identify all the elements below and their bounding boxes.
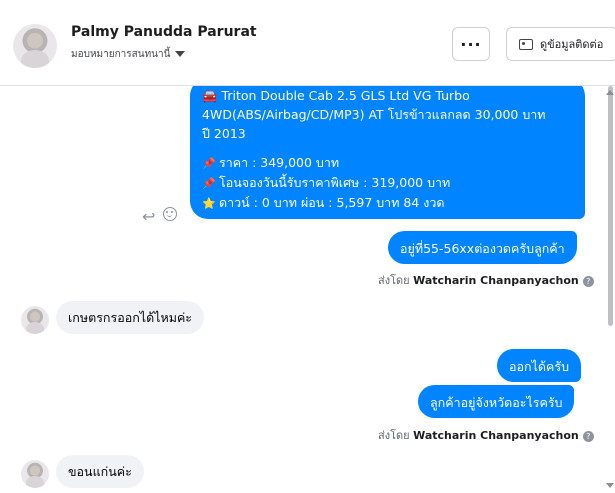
sent-by-agent: Watcharin Chanpanyachon: [413, 429, 579, 442]
view-contact-info-label: ดูข้อมูลติดต่อ: [540, 38, 604, 51]
sent-by-prefix: ส่งโดย: [378, 429, 410, 442]
contact-card-icon: [519, 38, 533, 50]
listing-spacer: [202, 143, 573, 153]
listing-down-payment: ดาวน์ : 0 บาท ผ่อน : 5,597 บาท 84 งวด: [219, 195, 445, 210]
contact-name[interactable]: Palmy Panudda Parurat: [71, 24, 257, 40]
more-options-button[interactable]: ···: [452, 27, 490, 61]
scroll-down-icon[interactable]: [606, 483, 614, 488]
listing-line-2: 4WD(ABS/Airbag/CD/MP3) AT โปรข้าวแลกลด 3…: [202, 107, 546, 122]
outgoing-message-listing[interactable]: 🚘 Triton Double Cab 2.5 GLS Ltd VG Turbo…: [190, 86, 585, 219]
listing-special-row: 📌 โอนจองวันนี้รับราคาพิเศษ : 319,000 บาท: [202, 173, 573, 193]
react-smiley-icon[interactable]: [163, 207, 177, 221]
scroll-up-icon[interactable]: [606, 90, 614, 95]
sent-by-agent: Watcharin Chanpanyachon: [413, 274, 579, 287]
listing-down-row: ⭐ ดาวน์ : 0 บาท ผ่อน : 5,597 บาท 84 งวด: [202, 193, 573, 213]
listing-price: ราคา : 349,000 บาท: [219, 155, 340, 170]
assign-label: มอบหมายการสนทนานี้: [71, 49, 171, 60]
contact-avatar-small[interactable]: [21, 460, 49, 488]
incoming-message-farmer[interactable]: เกษตรกรออกได้ไหมค่ะ: [56, 301, 205, 334]
contact-avatar-small[interactable]: [21, 306, 49, 334]
help-icon[interactable]: ?: [582, 275, 594, 287]
assign-conversation-dropdown[interactable]: มอบหมายการสนทนานี้: [71, 47, 186, 62]
pushpin-icon: 📌: [202, 177, 216, 190]
outgoing-message-yes[interactable]: ออกได้ครับ: [497, 349, 581, 382]
outgoing-message-installment[interactable]: อยู่ที่55-56xxต่องวดครับลูกค้า: [388, 231, 577, 264]
sent-by-prefix: ส่งโดย: [378, 274, 410, 287]
more-options-icon: ···: [460, 34, 482, 54]
pushpin-icon: 📌: [202, 157, 216, 170]
view-contact-info-button[interactable]: ดูข้อมูลติดต่อ: [506, 27, 615, 61]
conversation-header: Palmy Panudda Parurat มอบหมายการสนทนานี้…: [0, 0, 615, 86]
sent-by-label: ส่งโดย Watcharin Chanpanyachon?: [378, 426, 594, 444]
message-thread[interactable]: 🚘 Triton Double Cab 2.5 GLS Ltd VG Turbo…: [0, 86, 605, 493]
listing-price-row: 📌 ราคา : 349,000 บาท: [202, 153, 573, 173]
listing-line-3: ปี 2013: [202, 126, 246, 141]
contact-avatar[interactable]: [13, 24, 57, 68]
outgoing-message-province-question[interactable]: ลูกค้าอยู่จังหวัดอะไรครับ: [418, 385, 575, 418]
listing-line-1: 🚘 Triton Double Cab 2.5 GLS Ltd VG Turbo: [202, 88, 470, 103]
listing-special-price: โอนจองวันนี้รับราคาพิเศษ : 319,000 บาท: [219, 175, 451, 190]
help-icon[interactable]: ?: [582, 430, 594, 442]
sent-by-label: ส่งโดย Watcharin Chanpanyachon?: [378, 271, 594, 289]
star-icon: ⭐: [202, 197, 216, 210]
incoming-message-province[interactable]: ขอนแก่นค่ะ: [56, 455, 144, 488]
reply-icon[interactable]: ↩: [142, 207, 155, 226]
thread-scrollbar[interactable]: [608, 86, 613, 326]
caret-down-icon: [175, 51, 186, 57]
